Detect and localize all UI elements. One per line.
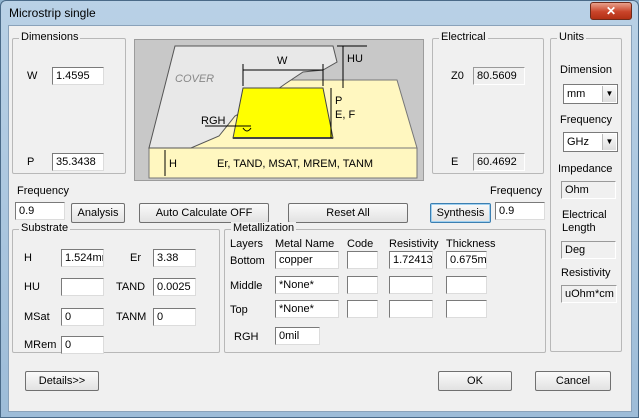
top-metal-name-input[interactable]: *None* bbox=[275, 300, 339, 318]
reset-all-button[interactable]: Reset All bbox=[288, 203, 408, 223]
hu-diagram-label: HU bbox=[347, 53, 363, 65]
bottom-resistivity-input[interactable]: 1.72413 bbox=[389, 251, 433, 269]
frequency-unit-label: Frequency bbox=[560, 114, 612, 126]
rgh-label: RGH bbox=[234, 331, 259, 343]
top-thickness-input[interactable] bbox=[446, 300, 487, 318]
microstrip-diagram: COVER W HU P E, F RGH H Er, TAND, MSAT, … bbox=[134, 39, 424, 181]
tand-label: TAND bbox=[116, 281, 146, 293]
msat-label: MSat bbox=[24, 311, 50, 323]
rgh-diagram-label: RGH bbox=[201, 115, 226, 127]
substrate-group: Substrate H 1.524mm Er 3.38 HU TAND 0.00… bbox=[12, 222, 220, 354]
middle-layer-label: Middle bbox=[230, 280, 263, 292]
mrem-label: MRem bbox=[24, 339, 57, 351]
p-input[interactable]: 35.3438 bbox=[52, 153, 104, 171]
p-diagram-label: P bbox=[335, 95, 342, 107]
rgh-input[interactable]: 0mil bbox=[275, 327, 320, 345]
metal-name-header: Metal Name bbox=[275, 238, 335, 250]
ok-button[interactable]: OK bbox=[438, 371, 512, 391]
substrate-title: Substrate bbox=[19, 222, 71, 234]
hu-input[interactable] bbox=[61, 278, 104, 296]
cancel-button[interactable]: Cancel bbox=[535, 371, 611, 391]
er-input[interactable]: 3.38 bbox=[153, 249, 196, 267]
close-button[interactable]: ✕ bbox=[590, 2, 632, 20]
resistivity-unit-field[interactable]: uOhm*cm bbox=[561, 285, 617, 303]
tanm-label: TANM bbox=[116, 311, 147, 323]
code-header: Code bbox=[347, 238, 374, 250]
hu-label: HU bbox=[24, 281, 40, 293]
top-code-input[interactable] bbox=[347, 300, 378, 318]
middle-code-input[interactable] bbox=[347, 276, 378, 294]
electrical-length-label-line2: Length bbox=[562, 222, 596, 234]
metallization-title: Metallization bbox=[231, 222, 297, 234]
electrical-group: Electrical Z0 80.5609 E 60.4692 bbox=[432, 31, 544, 174]
w-input[interactable]: 1.4595 bbox=[52, 67, 104, 85]
electrical-length-unit-field[interactable]: Deg bbox=[561, 241, 616, 259]
window-title: Microstrip single bbox=[9, 6, 96, 20]
msat-input[interactable]: 0 bbox=[61, 308, 104, 326]
cover-label: COVER bbox=[175, 73, 214, 85]
dimension-unit-value: mm bbox=[567, 88, 586, 100]
p-label: P bbox=[27, 156, 35, 168]
resistivity-unit-label: Resistivity bbox=[561, 267, 611, 279]
bottom-metal-name-input[interactable]: copper bbox=[275, 251, 339, 269]
dimension-unit-label: Dimension bbox=[560, 64, 612, 76]
top-layer-label: Top bbox=[230, 304, 248, 316]
frequency-left-label: Frequency bbox=[17, 185, 69, 197]
middle-metal-name-input[interactable]: *None* bbox=[275, 276, 339, 294]
dimensions-title: Dimensions bbox=[19, 31, 81, 43]
units-group: Units Dimension mm ▼ Frequency GHz ▼ Imp… bbox=[550, 31, 622, 352]
e-output[interactable]: 60.4692 bbox=[473, 153, 525, 171]
bottom-thickness-input[interactable]: 0.675mil bbox=[446, 251, 487, 269]
electrical-length-label-line1: Electrical bbox=[562, 209, 607, 221]
layers-header: Layers bbox=[230, 238, 264, 250]
details-button[interactable]: Details>> bbox=[25, 371, 99, 391]
dialog-client: Dimensions W 1.4595 P 35.3438 COVER W HU… bbox=[8, 25, 632, 412]
frequency-unit-value: GHz bbox=[567, 136, 589, 148]
middle-resistivity-input[interactable] bbox=[389, 276, 433, 294]
frequency-left-input[interactable]: 0.9 bbox=[15, 202, 65, 220]
dialog-window: Microstrip single ✕ Dimensions W 1.4595 … bbox=[0, 0, 639, 418]
title-bar[interactable]: Microstrip single ✕ bbox=[1, 1, 638, 25]
params-diagram-label: Er, TAND, MSAT, MREM, TANM bbox=[217, 158, 373, 170]
e-label: E bbox=[451, 156, 459, 168]
mrem-input[interactable]: 0 bbox=[61, 336, 104, 354]
w-label: W bbox=[27, 70, 38, 82]
h-input[interactable]: 1.524mm bbox=[61, 249, 104, 267]
middle-thickness-input[interactable] bbox=[446, 276, 487, 294]
chevron-down-icon: ▼ bbox=[602, 86, 616, 102]
thickness-header: Thickness bbox=[446, 238, 496, 250]
metallization-group: Metallization Layers Metal Name Code Res… bbox=[224, 222, 546, 353]
ef-diagram-label: E, F bbox=[335, 109, 355, 121]
frequency-unit-select[interactable]: GHz ▼ bbox=[563, 132, 618, 152]
dimensions-group: Dimensions W 1.4595 P 35.3438 bbox=[12, 31, 126, 174]
electrical-title: Electrical bbox=[439, 31, 488, 43]
frequency-right-label: Frequency bbox=[490, 185, 542, 197]
microstrip-illustration: COVER W HU P E, F RGH H Er, TAND, MSAT, … bbox=[148, 45, 418, 179]
units-title: Units bbox=[557, 31, 587, 43]
h-label: H bbox=[24, 252, 32, 264]
frequency-right-input[interactable]: 0.9 bbox=[495, 202, 545, 220]
close-icon: ✕ bbox=[605, 4, 617, 18]
w-diagram-label: W bbox=[277, 55, 288, 67]
analysis-button[interactable]: Analysis bbox=[71, 203, 125, 223]
dimension-unit-select[interactable]: mm ▼ bbox=[563, 84, 618, 104]
auto-calculate-button[interactable]: Auto Calculate OFF bbox=[139, 203, 269, 223]
resistivity-header: Resistivity bbox=[389, 238, 439, 250]
er-label: Er bbox=[130, 252, 141, 264]
chevron-down-icon: ▼ bbox=[602, 134, 616, 150]
impedance-unit-label: Impedance bbox=[558, 163, 613, 175]
impedance-unit-field[interactable]: Ohm bbox=[561, 181, 616, 199]
bottom-code-input[interactable] bbox=[347, 251, 378, 269]
bottom-layer-label: Bottom bbox=[230, 255, 265, 267]
tand-input[interactable]: 0.0025 bbox=[153, 278, 196, 296]
z0-output[interactable]: 80.5609 bbox=[473, 67, 525, 85]
top-resistivity-input[interactable] bbox=[389, 300, 433, 318]
z0-label: Z0 bbox=[451, 70, 464, 82]
synthesis-button[interactable]: Synthesis bbox=[430, 203, 491, 223]
tanm-input[interactable]: 0 bbox=[153, 308, 196, 326]
h-diagram-label: H bbox=[169, 158, 177, 170]
